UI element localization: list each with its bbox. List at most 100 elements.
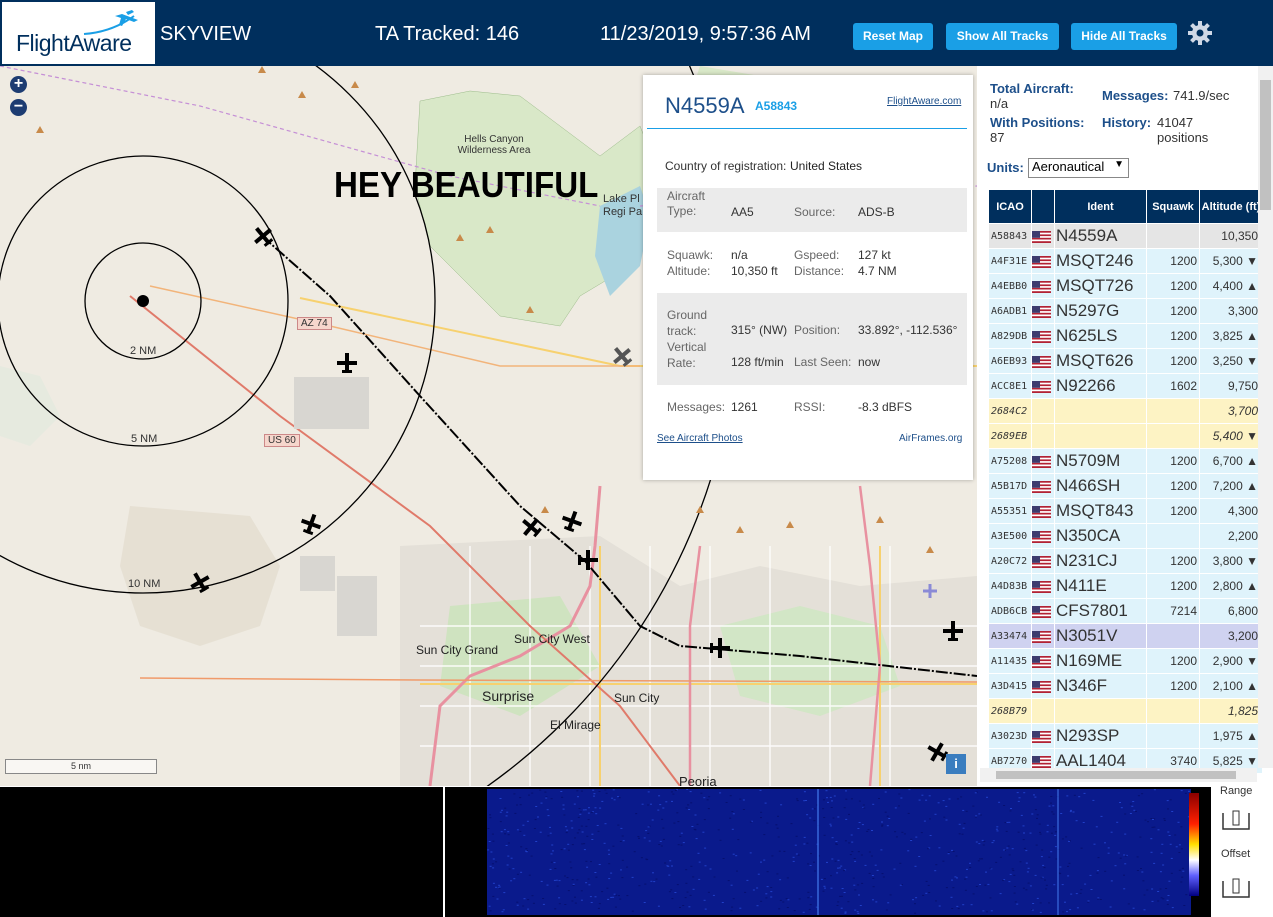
offset-slider[interactable]	[1221, 877, 1251, 899]
cell-altitude: 1,825	[1200, 699, 1262, 723]
zoom-in-button[interactable]: +	[10, 76, 27, 93]
col-ident[interactable]: Ident	[1055, 190, 1146, 223]
range-label: Range	[1220, 785, 1253, 797]
table-header-row: ICAO Ident Squawk Altitude (ft)	[989, 190, 1262, 223]
col-icao[interactable]: ICAO	[989, 190, 1031, 223]
us-flag-icon	[1032, 655, 1051, 668]
table-row[interactable]: ACC8E1 N92266 1602 9,750	[989, 374, 1262, 398]
cell-flag	[1032, 399, 1054, 423]
cell-squawk: 1200	[1147, 249, 1199, 273]
waterfall-display[interactable]	[445, 787, 1211, 917]
cell-squawk: 1200	[1147, 349, 1199, 373]
messages-label: Messages:	[667, 400, 726, 414]
messages-value: 1261	[731, 400, 758, 414]
table-row[interactable]: A33474 N3051V 3,200	[989, 624, 1262, 648]
cell-squawk: 1200	[1147, 649, 1199, 673]
hide-all-tracks-button[interactable]: Hide All Tracks	[1071, 23, 1177, 50]
flightaware-logo[interactable]: FlightAware	[2, 2, 155, 64]
col-flag[interactable]	[1032, 190, 1054, 223]
table-row[interactable]: A4EBB0 MSQT726 1200 4,400 ▲	[989, 274, 1262, 298]
table-row[interactable]: A20C72 N231CJ 1200 3,800 ▼	[989, 549, 1262, 573]
cell-icao: 2684C2	[989, 399, 1031, 423]
cell-altitude: 2,100 ▲	[1200, 674, 1262, 698]
cell-squawk: 1200	[1147, 274, 1199, 298]
cell-flag	[1032, 274, 1054, 298]
cell-icao: A3D415	[989, 674, 1031, 698]
reset-map-button[interactable]: Reset Map	[853, 23, 933, 50]
us-flag-icon	[1032, 730, 1051, 743]
flightaware-link[interactable]: FlightAware.com	[887, 96, 961, 107]
table-row[interactable]: 268B79 1,825	[989, 699, 1262, 723]
cell-icao: A829DB	[989, 324, 1031, 348]
cell-altitude: 3,200	[1200, 624, 1262, 648]
airframes-link[interactable]: AirFrames.org	[899, 433, 962, 444]
cell-icao: A4D83B	[989, 574, 1031, 598]
cell-squawk: 1200	[1147, 474, 1199, 498]
cell-ident: MSQT843	[1055, 499, 1146, 523]
zoom-out-button[interactable]: −	[10, 99, 27, 116]
cell-squawk: 1602	[1147, 374, 1199, 398]
cell-flag	[1032, 674, 1054, 698]
vertical-scroll-thumb[interactable]	[1260, 80, 1271, 210]
cell-icao: A6ADB1	[989, 299, 1031, 323]
cell-ident: N466SH	[1055, 474, 1146, 498]
table-row[interactable]: 2689EB 5,400 ▼	[989, 424, 1262, 448]
cell-squawk	[1147, 224, 1199, 248]
cell-icao: ADB6CB	[989, 599, 1031, 623]
distance-label: Distance:	[794, 264, 845, 278]
popup-divider	[647, 128, 967, 129]
cell-altitude: 6,800	[1200, 599, 1262, 623]
popup-icao[interactable]: A58843	[755, 99, 797, 113]
cell-icao: A75208	[989, 449, 1031, 473]
us-flag-icon	[1032, 755, 1051, 768]
horizontal-scroll-thumb[interactable]	[996, 771, 1236, 779]
table-row[interactable]: A3D415 N346F 1200 2,100 ▲	[989, 674, 1262, 698]
aircraft-photos-link[interactable]: See Aircraft Photos	[657, 433, 743, 444]
table-row[interactable]: A3023D N293SP 1,975 ▲	[989, 724, 1262, 748]
lake-label: Lake Pl Regi Pa	[603, 193, 643, 218]
units-select[interactable]: Aeronautical ▼	[1028, 158, 1129, 178]
us-flag-icon	[1032, 555, 1051, 568]
cell-altitude: 3,700	[1200, 399, 1262, 423]
rssi-value: -8.3 dBFS	[858, 400, 913, 414]
table-row[interactable]: A3E500 N350CA 2,200	[989, 524, 1262, 548]
cell-icao: A33474	[989, 624, 1031, 648]
bottom-left-panel	[0, 787, 443, 917]
history-value: 41047 positions	[1157, 115, 1209, 145]
cell-icao: 2689EB	[989, 424, 1031, 448]
cell-flag	[1032, 574, 1054, 598]
top-header: FlightAware SKYVIEW TA Tracked: 146 11/2…	[0, 0, 1273, 66]
table-row[interactable]: A55351 MSQT843 1200 4,300	[989, 499, 1262, 523]
us-flag-icon	[1032, 380, 1051, 393]
table-row[interactable]: A829DB N625LS 1200 3,825 ▲	[989, 324, 1262, 348]
with-positions-value: 87	[990, 130, 1005, 145]
table-row[interactable]: A6ADB1 N5297G 1200 3,300	[989, 299, 1262, 323]
table-row[interactable]: ADB6CB CFS7801 7214 6,800	[989, 599, 1262, 623]
table-row[interactable]: A5B17D N466SH 1200 7,200 ▲	[989, 474, 1262, 498]
gear-icon[interactable]	[1187, 20, 1213, 46]
rssi-label: RSSI:	[794, 400, 826, 414]
table-row[interactable]: 2684C2 3,700	[989, 399, 1262, 423]
range-slider[interactable]	[1221, 809, 1251, 831]
col-squawk[interactable]: Squawk	[1147, 190, 1199, 223]
table-row[interactable]: A11435 N169ME 1200 2,900 ▼	[989, 649, 1262, 673]
cell-flag	[1032, 224, 1054, 248]
total-aircraft-value: n/a	[990, 96, 1009, 111]
col-altitude[interactable]: Altitude (ft)	[1200, 190, 1262, 223]
squawk-label: Squawk:	[667, 248, 714, 262]
table-row[interactable]: A4D83B N411E 1200 2,800 ▲	[989, 574, 1262, 598]
table-row[interactable]: A4F31E MSQT246 1200 5,300 ▼	[989, 249, 1262, 273]
cell-altitude: 6,700 ▲	[1200, 449, 1262, 473]
town-sun-city-grand: Sun City Grand	[416, 643, 499, 657]
table-row[interactable]: A58843 N4559A 10,350	[989, 224, 1262, 248]
show-all-tracks-button[interactable]: Show All Tracks	[946, 23, 1059, 50]
table-row[interactable]: A6EB93 MSQT626 1200 3,250 ▼	[989, 349, 1262, 373]
map-info-button[interactable]: i	[946, 754, 966, 774]
cell-ident: MSQT246	[1055, 249, 1146, 273]
cell-ident	[1055, 699, 1146, 723]
gspeed-value: 127 kt	[858, 248, 891, 262]
cell-squawk: 1200	[1147, 324, 1199, 348]
table-row[interactable]: A75208 N5709M 1200 6,700 ▲	[989, 449, 1262, 473]
cell-squawk: 1200	[1147, 499, 1199, 523]
cell-ident: N231CJ	[1055, 549, 1146, 573]
